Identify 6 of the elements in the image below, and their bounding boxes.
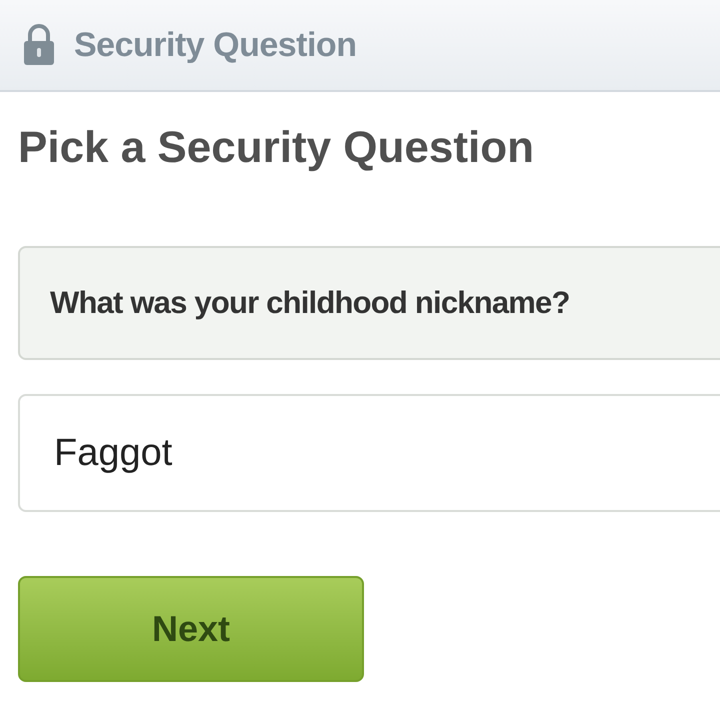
page-heading: Pick a Security Question [18, 126, 535, 170]
question-select[interactable]: What was your childhood nickname? [18, 246, 720, 360]
lock-icon [22, 24, 56, 66]
header-title: Security Question [74, 24, 356, 66]
answer-field[interactable]: Faggot [18, 394, 720, 512]
next-button[interactable]: Next [18, 576, 364, 682]
